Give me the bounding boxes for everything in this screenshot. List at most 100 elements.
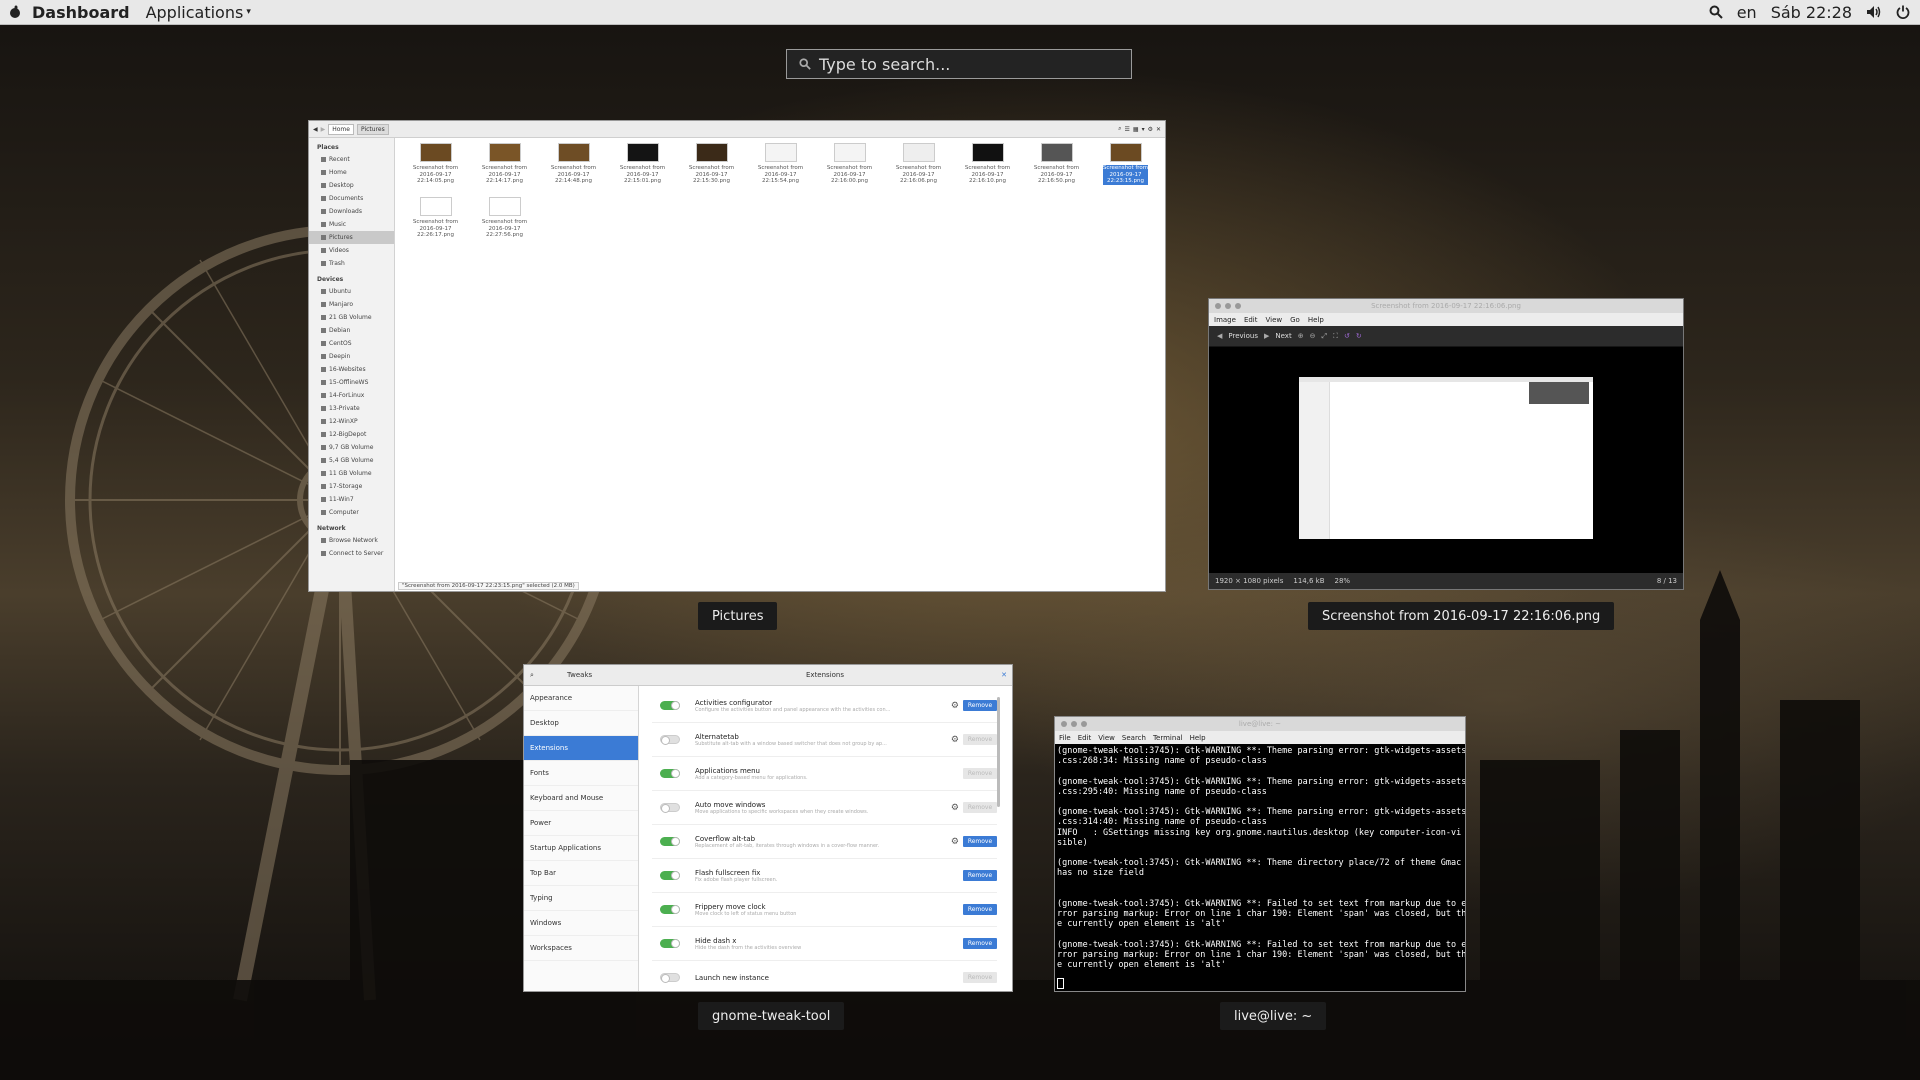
sidebar-item-place[interactable]: Music [309, 218, 394, 231]
file-item[interactable]: Screenshot from 2016-09-17 22:16:00.png [815, 143, 884, 197]
extension-toggle[interactable] [660, 735, 680, 745]
sidebar-item-device[interactable]: 17-Storage [309, 480, 394, 493]
minimize-icon[interactable] [1071, 721, 1077, 727]
extension-toggle[interactable] [660, 973, 680, 983]
tweaks-section-workspaces[interactable]: Workspaces [524, 936, 638, 961]
sidebar-item-device[interactable]: 12-WinXP [309, 415, 394, 428]
breadcrumb-pictures[interactable]: Pictures [356, 123, 389, 135]
file-item[interactable]: Screenshot from 2016-09-17 22:15:01.png [608, 143, 677, 197]
close-icon[interactable] [1215, 303, 1221, 309]
file-item[interactable]: Screenshot from 2016-09-17 22:26:17.png [401, 197, 470, 251]
sidebar-item-place[interactable]: Pictures [309, 231, 394, 244]
maximize-icon[interactable] [1081, 721, 1087, 727]
extension-toggle[interactable] [660, 939, 680, 948]
apple-logo-icon[interactable] [8, 5, 22, 19]
menu-item-image[interactable]: Image [1214, 316, 1236, 324]
close-icon[interactable]: ✕ [1001, 671, 1007, 679]
menu-item-edit[interactable]: Edit [1078, 734, 1092, 742]
close-icon[interactable] [1061, 721, 1067, 727]
extension-toggle[interactable] [660, 701, 680, 710]
sidebar-item-network[interactable]: Connect to Server [309, 547, 394, 560]
image-canvas[interactable] [1209, 347, 1683, 573]
files-window-thumbnail[interactable]: ◀ ▶ Home Pictures ⌕ ☰ ▦ ▾ ⚙ ✕ Places Rec… [308, 120, 1166, 592]
sidebar-item-place[interactable]: Home [309, 166, 394, 179]
volume-icon[interactable] [1866, 5, 1882, 19]
sidebar-item-place[interactable]: Desktop [309, 179, 394, 192]
file-item[interactable]: Screenshot from 2016-09-17 22:14:05.png [401, 143, 470, 197]
zoom-fit-icon[interactable]: ⤢ [1321, 332, 1327, 341]
sidebar-item-device[interactable]: 12-BigDepot [309, 428, 394, 441]
activities-button[interactable]: Dashboard [32, 3, 130, 22]
sidebar-item-device[interactable]: Ubuntu [309, 285, 394, 298]
close-icon[interactable]: ✕ [1156, 126, 1161, 133]
forward-icon[interactable]: ▶ [321, 126, 326, 133]
tweaks-section-desktop[interactable]: Desktop [524, 711, 638, 736]
grid-view-icon[interactable]: ▦ [1133, 126, 1139, 133]
window-caption-terminal[interactable]: live@live: ~ [1220, 1002, 1327, 1030]
sidebar-item-device[interactable]: 11-Win7 [309, 493, 394, 506]
sidebar-item-place[interactable]: Recent [309, 153, 394, 166]
file-item[interactable]: Screenshot from 2016-09-17 22:15:30.png [677, 143, 746, 197]
sidebar-item-device[interactable]: 13-Private [309, 402, 394, 415]
tweaks-section-top-bar[interactable]: Top Bar [524, 861, 638, 886]
tweaks-section-extensions[interactable]: Extensions [524, 736, 638, 761]
rotate-right-icon[interactable]: ↻ [1356, 332, 1362, 340]
tweaks-section-typing[interactable]: Typing [524, 886, 638, 911]
next-arrow-icon[interactable]: ▶ [1264, 332, 1269, 340]
menu-item-view[interactable]: View [1266, 316, 1283, 324]
sidebar-item-place[interactable]: Downloads [309, 205, 394, 218]
rotate-left-icon[interactable]: ↺ [1344, 332, 1350, 340]
tweaks-section-appearance[interactable]: Appearance [524, 686, 638, 711]
sidebar-item-network[interactable]: Browse Network [309, 534, 394, 547]
terminal-output[interactable]: (gnome-tweak-tool:3745): Gtk-WARNING **:… [1055, 744, 1465, 972]
menu-item-help[interactable]: Help [1308, 316, 1324, 324]
file-item[interactable]: Screenshot from 2016-09-17 22:16:10.png [953, 143, 1022, 197]
extension-toggle[interactable] [660, 769, 680, 778]
sidebar-item-device[interactable]: Manjaro [309, 298, 394, 311]
breadcrumb-home[interactable]: Home [328, 123, 354, 135]
file-item[interactable]: Screenshot from 2016-09-17 22:23:15.png [1091, 143, 1160, 197]
remove-button[interactable]: Remove [963, 700, 997, 711]
view-options-icon[interactable]: ▾ [1142, 126, 1145, 133]
extension-toggle[interactable] [660, 871, 680, 880]
file-item[interactable]: Screenshot from 2016-09-17 22:16:06.png [884, 143, 953, 197]
sidebar-item-place[interactable]: Documents [309, 192, 394, 205]
sidebar-item-device[interactable]: 15-OfflineWS [309, 376, 394, 389]
sidebar-item-device[interactable]: 9,7 GB Volume [309, 441, 394, 454]
tweaks-section-keyboard-and-mouse[interactable]: Keyboard and Mouse [524, 786, 638, 811]
clock[interactable]: Sáb 22:28 [1771, 3, 1852, 22]
remove-button[interactable]: Remove [963, 938, 997, 949]
zoom-out-icon[interactable]: ⊖ [1310, 332, 1316, 340]
sidebar-item-device[interactable]: Computer [309, 506, 394, 519]
tweaks-window-thumbnail[interactable]: ⌕ Tweaks Extensions ✕ Appearance Desktop E… [523, 664, 1013, 992]
image-viewer-window-thumbnail[interactable]: Screenshot from 2016-09-17 22:16:06.png … [1208, 298, 1684, 590]
sidebar-item-device[interactable]: 5,4 GB Volume [309, 454, 394, 467]
file-item[interactable]: Screenshot from 2016-09-17 22:27:56.png [470, 197, 539, 251]
previous-arrow-icon[interactable]: ◀ [1217, 332, 1222, 340]
applications-menu[interactable]: Applications ▾ [146, 3, 251, 22]
window-caption-tweaks[interactable]: gnome-tweak-tool [698, 1002, 845, 1030]
sidebar-item-place[interactable]: Videos [309, 244, 394, 257]
file-item[interactable]: Screenshot from 2016-09-17 22:14:48.png [539, 143, 608, 197]
tweaks-section-power[interactable]: Power [524, 811, 638, 836]
gear-icon[interactable]: ⚙ [951, 837, 959, 847]
remove-button[interactable]: Remove [963, 836, 997, 847]
keyboard-language-indicator[interactable]: en [1737, 3, 1757, 22]
menu-item-search[interactable]: Search [1122, 734, 1146, 742]
maximize-icon[interactable] [1235, 303, 1241, 309]
sidebar-item-place[interactable]: Trash [309, 257, 394, 270]
search-icon[interactable] [1709, 5, 1723, 19]
sidebar-item-device[interactable]: 16-Websites [309, 363, 394, 376]
next-button[interactable]: Next [1275, 332, 1291, 340]
gear-icon[interactable]: ⚙ [951, 701, 959, 711]
menu-item-go[interactable]: Go [1290, 316, 1300, 324]
tweaks-section-fonts[interactable]: Fonts [524, 761, 638, 786]
search-icon[interactable]: ⌕ [530, 671, 534, 680]
scrollbar[interactable] [997, 697, 1000, 807]
file-item[interactable]: Screenshot from 2016-09-17 22:15:54.png [746, 143, 815, 197]
back-icon[interactable]: ◀ [313, 126, 318, 133]
file-item[interactable]: Screenshot from 2016-09-17 22:14:17.png [470, 143, 539, 197]
tweaks-section-startup-applications[interactable]: Startup Applications [524, 836, 638, 861]
file-item[interactable]: Screenshot from 2016-09-17 22:16:50.png [1022, 143, 1091, 197]
fullscreen-icon[interactable]: ⛶ [1333, 332, 1338, 341]
